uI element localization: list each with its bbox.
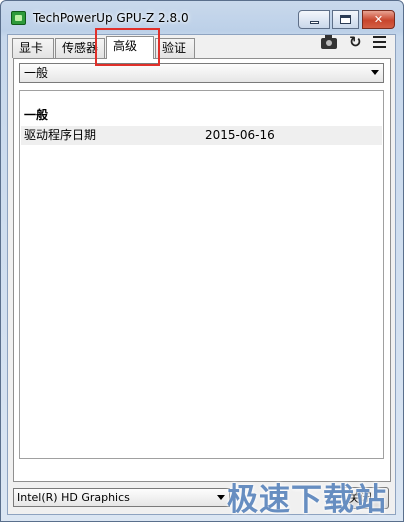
maximize-icon xyxy=(340,15,351,24)
refresh-icon[interactable]: ↻ xyxy=(349,33,362,51)
section-title: 一般 xyxy=(24,108,49,122)
row-key: 驱动程序日期 xyxy=(24,128,97,142)
row-value: 2015-06-16 xyxy=(205,128,275,142)
close-icon: ✕ xyxy=(373,13,384,26)
window-title: TechPowerUp GPU-Z 2.8.0 xyxy=(33,11,189,25)
tab-sensors[interactable]: 传感器 xyxy=(55,38,105,58)
camera-icon[interactable] xyxy=(321,35,337,49)
bottom-bar: Intel(R) HD Graphics 关闭 xyxy=(13,487,391,509)
close-window-button[interactable]: ✕ xyxy=(362,10,395,29)
title-bar[interactable]: TechPowerUp GPU-Z 2.8.0 ✕ xyxy=(1,1,403,35)
chevron-down-icon xyxy=(217,495,225,500)
tab-advanced[interactable]: 高级 xyxy=(106,36,154,59)
tab-validation[interactable]: 验证 xyxy=(155,38,195,58)
details-list: 一般 驱动程序日期 2015-06-16 xyxy=(19,90,384,459)
list-item: 驱动程序日期 2015-06-16 xyxy=(21,126,382,145)
gpuz-app-icon xyxy=(11,11,26,25)
category-select-value: 一般 xyxy=(24,66,49,80)
chevron-down-icon xyxy=(371,70,379,75)
close-button[interactable]: 关闭 xyxy=(331,487,389,509)
minimize-button[interactable] xyxy=(298,10,330,29)
gpu-select-value: Intel(R) HD Graphics xyxy=(17,491,130,504)
minimize-icon xyxy=(309,21,319,24)
hamburger-menu-icon[interactable] xyxy=(373,36,386,48)
tab-graphics-card[interactable]: 显卡 xyxy=(12,38,54,58)
gpu-select[interactable]: Intel(R) HD Graphics xyxy=(13,488,230,507)
category-select[interactable]: 一般 xyxy=(19,63,384,83)
maximize-button[interactable] xyxy=(332,10,359,29)
